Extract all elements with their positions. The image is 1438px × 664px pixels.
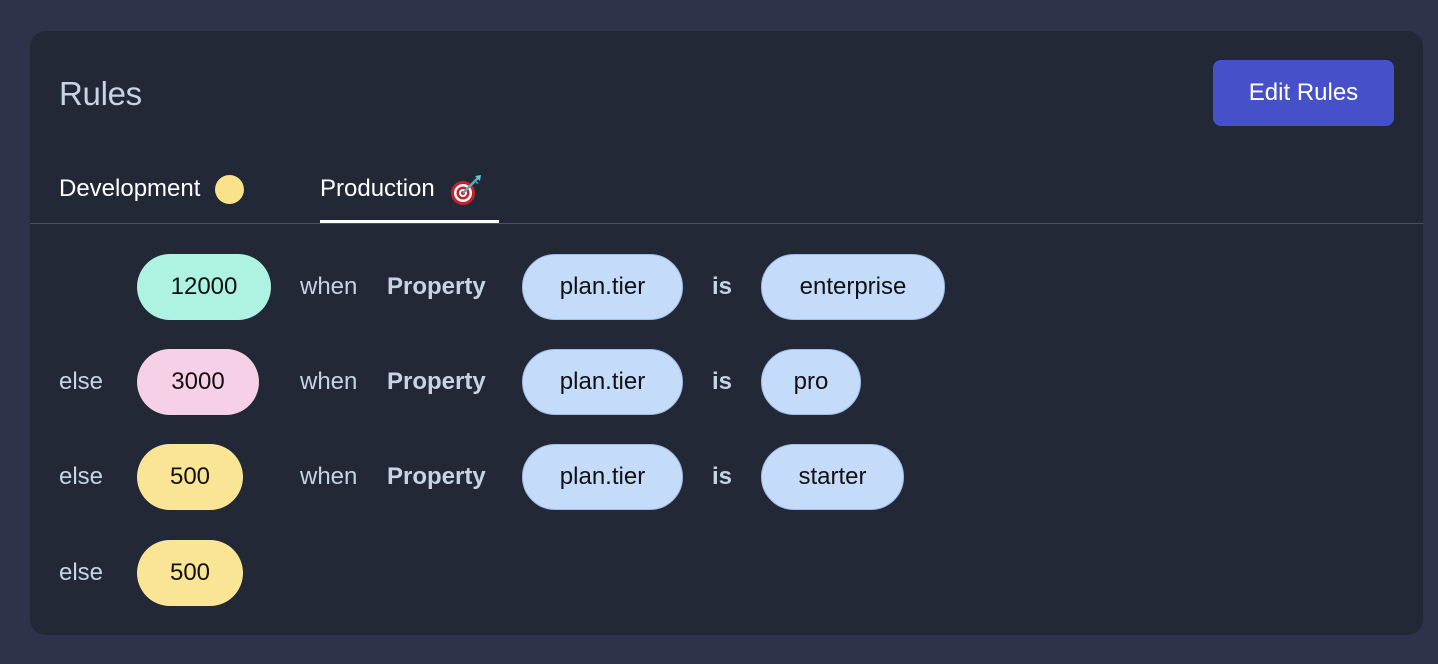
- operator-label: is: [712, 463, 733, 490]
- value-pill[interactable]: 3000: [137, 349, 259, 415]
- tab-label: Development: [59, 175, 201, 202]
- yellow-dot-icon: [215, 175, 245, 204]
- match-value-pill[interactable]: enterprise: [761, 254, 945, 320]
- condition-kind: Property: [387, 273, 486, 300]
- rule-row: else 500 when Property plan.tier is star…: [30, 444, 1423, 510]
- condition-kind: Property: [387, 463, 486, 490]
- match-value-pill[interactable]: starter: [761, 444, 904, 510]
- operator-label: is: [712, 273, 733, 300]
- operator-label: is: [712, 368, 733, 395]
- when-label: when: [300, 463, 358, 490]
- edit-rules-button[interactable]: Edit Rules: [1213, 60, 1394, 126]
- rule-row: else 3000 when Property plan.tier is pro: [30, 349, 1423, 415]
- value-pill[interactable]: 500: [137, 540, 243, 606]
- when-label: when: [300, 273, 358, 300]
- else-label: else: [59, 368, 104, 395]
- rule-row: 12000 when Property plan.tier is enterpr…: [30, 254, 1423, 320]
- attribute-pill[interactable]: plan.tier: [522, 349, 683, 415]
- tab-development[interactable]: Development: [59, 171, 245, 223]
- attribute-pill[interactable]: plan.tier: [522, 254, 683, 320]
- value-pill[interactable]: 12000: [137, 254, 271, 320]
- attribute-pill[interactable]: plan.tier: [522, 444, 683, 510]
- tab-label: Production: [320, 175, 435, 202]
- when-label: when: [300, 368, 358, 395]
- match-value-pill[interactable]: pro: [761, 349, 861, 415]
- else-label: else: [59, 463, 104, 490]
- card-title: Rules: [59, 75, 142, 112]
- condition-kind: Property: [387, 368, 486, 395]
- environment-tabs: Development Production: [30, 161, 1423, 224]
- target-icon: [450, 175, 481, 205]
- else-label: else: [59, 559, 104, 586]
- value-pill[interactable]: 500: [137, 444, 243, 510]
- rule-row-default: else 500: [30, 540, 1423, 606]
- rules-card: Rules Edit Rules Development Production …: [30, 31, 1423, 635]
- tab-production[interactable]: Production: [320, 171, 499, 223]
